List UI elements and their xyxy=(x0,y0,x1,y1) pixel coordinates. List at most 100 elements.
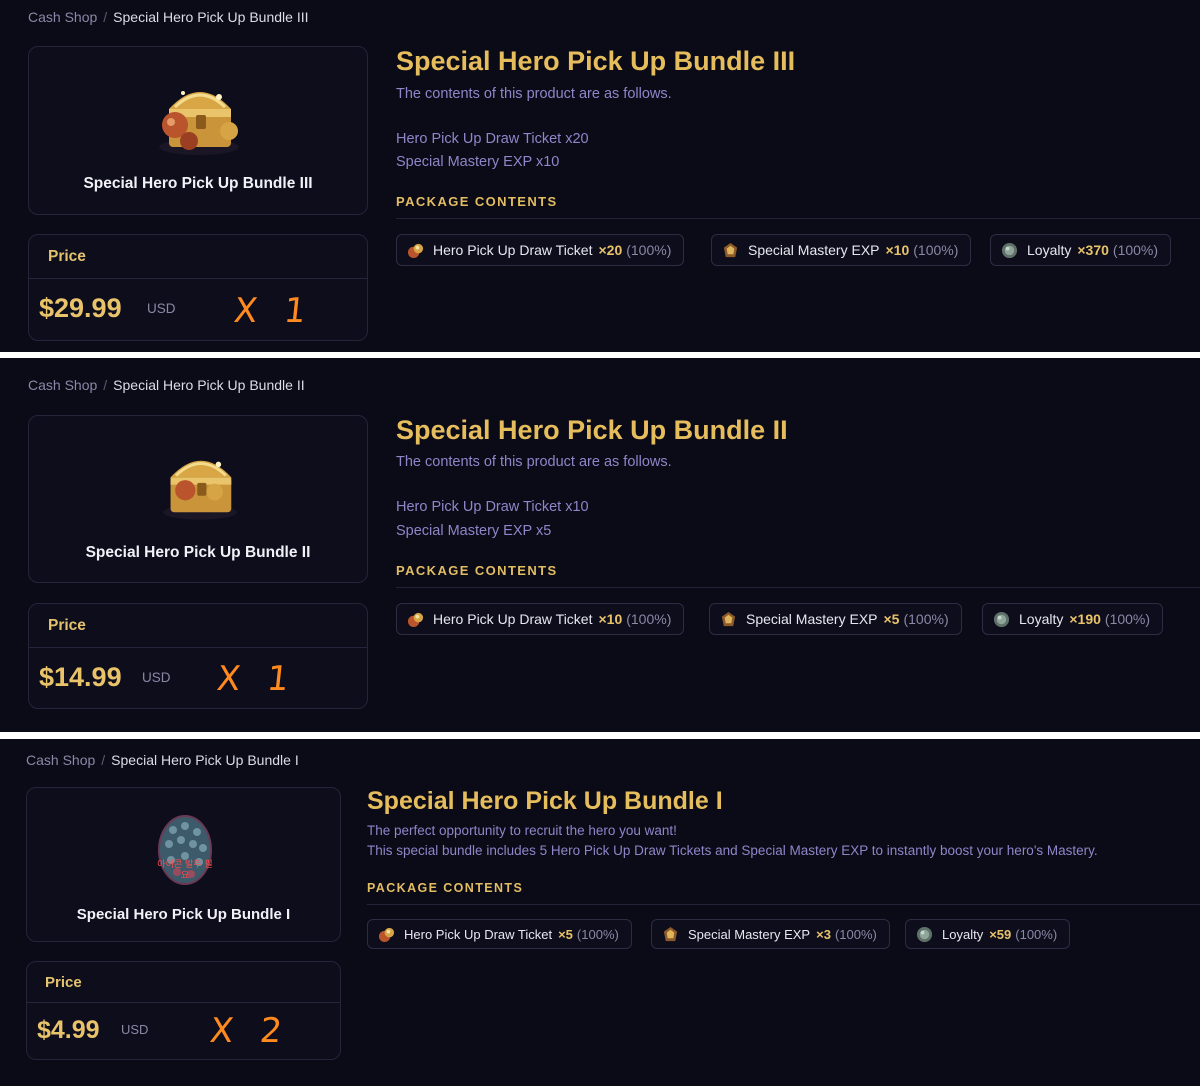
package-item-name: Loyalty xyxy=(1027,242,1072,258)
package-item-pct: (100%) xyxy=(1104,611,1151,627)
package-item-name: Special Mastery EXP xyxy=(688,926,811,942)
package-item-pct: (100%) xyxy=(1112,242,1159,258)
mastery-exp-icon xyxy=(723,242,738,257)
package-item-name: Special Mastery EXP xyxy=(746,611,878,627)
treasure-chest-icon xyxy=(163,460,237,520)
price-label: Price xyxy=(48,617,86,634)
package-item-qty: ×10 xyxy=(598,611,623,627)
breadcrumb: Cash Shop / Special Hero Pick Up Bundle I xyxy=(26,752,299,768)
bundle-panel-ii: Cash Shop / Special Hero Pick Up Bundle II… xyxy=(0,358,1200,732)
mastery-exp-icon xyxy=(721,611,736,626)
loyalty-icon xyxy=(993,611,1010,627)
price-amount: $14.99 xyxy=(39,662,122,692)
package-item-pct: (100%) xyxy=(834,926,877,942)
package-item-qty: ×10 xyxy=(885,242,910,258)
package-item-pct: (100%) xyxy=(903,611,949,627)
loyalty-icon xyxy=(1001,242,1018,258)
section-divider xyxy=(367,904,1200,905)
package-item-name: Loyalty xyxy=(1019,611,1064,627)
package-item: Special Mastery EXP ×3 (100%) xyxy=(651,919,890,949)
section-divider xyxy=(396,587,1200,588)
breadcrumb: Cash Shop / Special Hero Pick Up Bundle II xyxy=(28,377,305,393)
breadcrumb-separator: / xyxy=(101,752,106,768)
price-amount: $29.99 xyxy=(39,293,122,323)
mastery-exp-icon xyxy=(663,926,678,941)
breadcrumb-current: Special Hero Pick Up Bundle II xyxy=(113,377,305,393)
package-item: Special Mastery EXP ×10 (100%) xyxy=(711,234,972,266)
draw-ticket-icon xyxy=(407,612,424,627)
product-card-name: Special Hero Pick Up Bundle III xyxy=(83,175,313,192)
product-card: 아이콘 발주 필요 Special Hero Pick Up Bundle I xyxy=(26,787,341,942)
package-item: Loyalty ×190 (100%) xyxy=(982,603,1164,635)
package-item: Loyalty ×59 (100%) xyxy=(905,919,1071,949)
image-caption: 아이콘 발주 필요 xyxy=(157,860,213,881)
price-amount: $4.99 xyxy=(37,1016,100,1044)
draw-ticket-icon xyxy=(407,243,424,258)
product-card-name: Special Hero Pick Up Bundle I xyxy=(76,906,291,923)
breadcrumb-current: Special Hero Pick Up Bundle I xyxy=(111,752,299,768)
product-detail-line: Hero Pick Up Draw Ticket x20 xyxy=(396,131,589,147)
package-item-name: Special Mastery EXP xyxy=(748,242,880,258)
package-contents-heading: PACKAGE CONTENTS xyxy=(396,563,558,578)
product-description: This special bundle includes 5 Hero Pick… xyxy=(367,843,1098,858)
product-description: The contents of this product are as foll… xyxy=(396,454,672,470)
breadcrumb-link-cash-shop[interactable]: Cash Shop xyxy=(28,9,97,25)
breadcrumb-current: Special Hero Pick Up Bundle III xyxy=(113,9,309,25)
section-divider xyxy=(396,218,1200,219)
package-item-name: Hero Pick Up Draw Ticket xyxy=(433,611,593,627)
product-title: Special Hero Pick Up Bundle II xyxy=(396,415,788,445)
package-item-name: Hero Pick Up Draw Ticket xyxy=(433,242,593,258)
package-item: Hero Pick Up Draw Ticket ×20 (100%) xyxy=(396,234,685,266)
price-currency: USD xyxy=(121,1022,149,1037)
breadcrumb-link-cash-shop[interactable]: Cash Shop xyxy=(26,752,95,768)
loyalty-icon xyxy=(916,926,933,942)
package-item-pct: (100%) xyxy=(1015,926,1058,942)
product-card: Special Hero Pick Up Bundle II xyxy=(28,415,368,583)
price-card: Price $14.99 USD X 1 xyxy=(28,603,368,709)
price-currency: USD xyxy=(147,301,176,316)
product-description: The contents of this product are as foll… xyxy=(396,86,672,102)
package-item-name: Hero Pick Up Draw Ticket xyxy=(404,926,553,942)
package-item-pct: (100%) xyxy=(576,926,619,942)
package-item-qty: ×5 xyxy=(558,926,573,942)
package-contents-heading: PACKAGE CONTENTS xyxy=(367,881,524,895)
package-item-qty: ×370 xyxy=(1077,242,1109,258)
product-detail-line: Special Mastery EXP x10 xyxy=(396,154,560,170)
product-card: Special Hero Pick Up Bundle III xyxy=(28,46,368,215)
treasure-chest-icon xyxy=(159,91,239,155)
package-item-qty: ×190 xyxy=(1069,611,1101,627)
price-card: Price $29.99 USD X 1 xyxy=(28,234,368,341)
draw-ticket-icon xyxy=(378,927,395,942)
breadcrumb-link-cash-shop[interactable]: Cash Shop xyxy=(28,377,97,393)
breadcrumb-separator: / xyxy=(103,377,108,393)
bundle-panel-i: Cash Shop / Special Hero Pick Up Bundle I … xyxy=(0,739,1200,1086)
package-item-qty: ×20 xyxy=(598,242,623,258)
product-description: The perfect opportunity to recruit the h… xyxy=(367,823,677,838)
product-detail-line: Special Mastery EXP x5 xyxy=(396,523,552,539)
price-currency: USD xyxy=(142,670,171,685)
handwritten-quantity-note: X 2 xyxy=(207,1011,292,1051)
package-item: Hero Pick Up Draw Ticket ×10 (100%) xyxy=(396,603,685,635)
package-item: Hero Pick Up Draw Ticket ×5 (100%) xyxy=(367,919,632,949)
package-item: Loyalty ×370 (100%) xyxy=(990,234,1172,266)
price-label: Price xyxy=(48,248,86,265)
bundle-panel-iii: Cash Shop / Special Hero Pick Up Bundle II… xyxy=(0,0,1200,352)
product-card-name: Special Hero Pick Up Bundle II xyxy=(85,544,311,561)
handwritten-quantity-note: X 1 xyxy=(214,659,299,699)
package-item-pct: (100%) xyxy=(626,242,672,258)
package-contents-heading: PACKAGE CONTENTS xyxy=(396,194,558,209)
package-item-name: Loyalty xyxy=(942,926,984,942)
product-detail-line: Hero Pick Up Draw Ticket x10 xyxy=(396,499,589,515)
screenshot-divider xyxy=(0,732,1200,739)
price-label: Price xyxy=(45,974,82,991)
package-item-qty: ×59 xyxy=(989,926,1012,942)
product-title: Special Hero Pick Up Bundle I xyxy=(367,787,723,815)
package-item-qty: ×5 xyxy=(883,611,900,627)
breadcrumb: Cash Shop / Special Hero Pick Up Bundle II… xyxy=(28,9,309,25)
price-card: Price $4.99 USD X 2 xyxy=(26,961,341,1060)
package-item-pct: (100%) xyxy=(626,611,672,627)
package-item-qty: ×3 xyxy=(816,926,831,942)
breadcrumb-separator: / xyxy=(103,9,108,25)
package-item: Special Mastery EXP ×5 (100%) xyxy=(709,603,962,635)
product-title: Special Hero Pick Up Bundle III xyxy=(396,46,796,76)
